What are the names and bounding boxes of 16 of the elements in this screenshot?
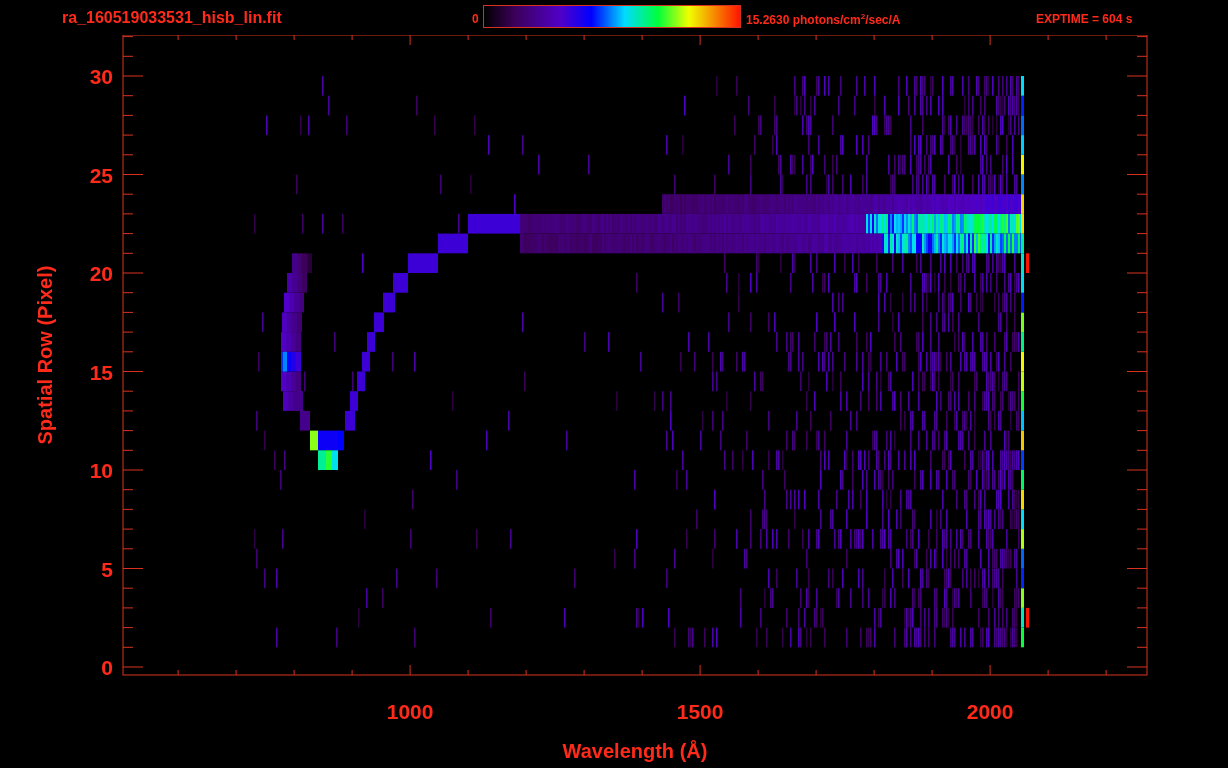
x-tick-label: 1000 bbox=[386, 700, 434, 723]
y-tick-label: 10 bbox=[89, 459, 113, 482]
x-tick-label: 1500 bbox=[676, 700, 724, 723]
colorbar-min-label: 0 bbox=[472, 12, 480, 26]
y-tick-label: 0 bbox=[101, 656, 113, 679]
y-tick-label: 25 bbox=[89, 163, 113, 187]
y-tick-label: 20 bbox=[89, 262, 113, 285]
colorbar-max-label: 15.2630 photons/cm$^{2}$/sec/A bbox=[746, 12, 902, 27]
file-title: ra_160519033531_hisb_lin.fit bbox=[62, 9, 283, 27]
x-axis-label: Wavelength (Å) bbox=[562, 740, 708, 762]
y-tick-label: 15 bbox=[89, 360, 113, 384]
exposure-time: EXPTIME = 604 s bbox=[1036, 12, 1133, 26]
y-tick-label: 30 bbox=[89, 65, 113, 88]
x-tick-label: 2000 bbox=[966, 700, 1014, 723]
y-axis-label: Spatial Row (Pixel) bbox=[34, 265, 56, 445]
y-tick-label: 5 bbox=[101, 557, 113, 581]
